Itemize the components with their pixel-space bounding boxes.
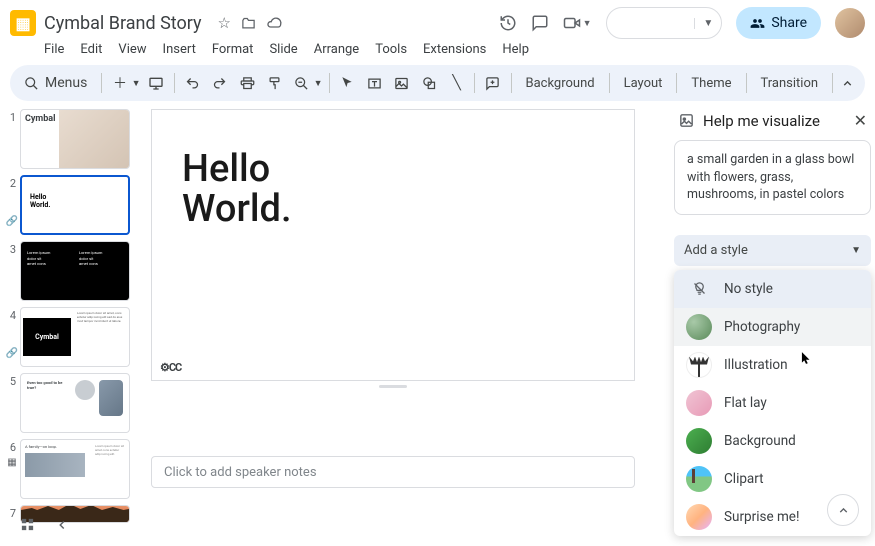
- menu-bar: File Edit View Insert Format Slide Arran…: [0, 40, 875, 61]
- app-icon[interactable]: ▦: [10, 10, 36, 36]
- link-icon: ▦: [4, 457, 20, 468]
- slide-thumbnail-4[interactable]: 4 🔗 Cymbal Lorem ipsum dolor sit amet, c…: [4, 307, 141, 367]
- title-bar: ▦ Cymbal Brand Story ☆ ▼ Sl: [0, 0, 875, 40]
- image-tool[interactable]: [390, 71, 413, 95]
- toolbar: Menus ＋ ▼ ▼ ╲ Background Layout Theme: [10, 65, 865, 101]
- redo-button[interactable]: [208, 71, 231, 95]
- menu-slide[interactable]: Slide: [269, 42, 297, 57]
- new-canvas-button[interactable]: [145, 71, 168, 95]
- meet-icon[interactable]: ▼: [563, 14, 592, 32]
- menu-view[interactable]: View: [118, 42, 146, 57]
- share-icon: [750, 16, 765, 31]
- slide-thumbnail-5[interactable]: 5 Even too good to be true?: [4, 373, 141, 433]
- surprise-swatch: [686, 504, 712, 530]
- slide-thumbnail-3[interactable]: 3 Lorem ipsumdolor sitamet cons Lorem ip…: [4, 241, 141, 301]
- illustration-swatch: [686, 352, 712, 378]
- menu-edit[interactable]: Edit: [80, 42, 102, 57]
- flat-lay-swatch: [686, 390, 712, 416]
- menu-arrange[interactable]: Arrange: [314, 42, 359, 57]
- slide-logo: ⚙CC: [160, 361, 181, 374]
- menu-file[interactable]: File: [44, 42, 64, 57]
- comment-tool[interactable]: [481, 71, 504, 95]
- canvas-area: HelloWorld. ⚙CC Click to add speaker not…: [145, 105, 665, 543]
- notes-resize-handle[interactable]: [379, 385, 407, 388]
- cursor-icon: [799, 350, 813, 366]
- link-icon: 🔗: [4, 348, 20, 359]
- style-option-photography[interactable]: Photography: [674, 308, 871, 346]
- share-button[interactable]: Share: [736, 7, 821, 39]
- style-option-clipart[interactable]: Clipart: [674, 460, 871, 498]
- background-swatch: [686, 428, 712, 454]
- account-avatar[interactable]: [835, 8, 865, 38]
- style-dropdown[interactable]: Add a style ▼: [674, 235, 871, 266]
- toolbar-collapse-button[interactable]: [835, 71, 859, 95]
- background-button[interactable]: Background: [517, 76, 602, 91]
- slide-filmstrip[interactable]: 1 Cymbal 2 🔗 HelloWorld. 3 Lorem ipsumdo…: [0, 105, 145, 543]
- prompt-input[interactable]: a small garden in a glass bowl with flow…: [674, 140, 871, 215]
- textbox-tool[interactable]: [363, 71, 386, 95]
- help-me-visualize-panel: Help me visualize ✕ a small garden in a …: [665, 105, 875, 543]
- cloud-status-icon[interactable]: [266, 15, 282, 31]
- undo-button[interactable]: [181, 71, 204, 95]
- style-option-background[interactable]: Background: [674, 422, 871, 460]
- menu-search[interactable]: Menus: [16, 75, 95, 91]
- style-option-illustration[interactable]: Illustration: [674, 346, 871, 384]
- slideshow-caret[interactable]: ▼: [694, 18, 721, 29]
- transition-button[interactable]: Transition: [752, 76, 826, 91]
- speaker-notes[interactable]: Click to add speaker notes: [151, 456, 635, 488]
- menu-format[interactable]: Format: [212, 42, 254, 57]
- slide-thumbnail-6[interactable]: 6 ▦ A family—on loop. Lorem ipsum dolor …: [4, 439, 141, 499]
- slide-thumbnail-2[interactable]: 2 🔗 HelloWorld.: [4, 175, 141, 235]
- search-icon: [24, 76, 39, 91]
- layout-button[interactable]: Layout: [616, 76, 671, 91]
- paint-format-button[interactable]: [263, 71, 286, 95]
- document-title[interactable]: Cymbal Brand Story: [44, 13, 202, 34]
- menu-insert[interactable]: Insert: [163, 42, 196, 57]
- print-button[interactable]: [236, 71, 259, 95]
- slideshow-button[interactable]: Slideshow ▼: [606, 7, 723, 39]
- sparkle-icon: [678, 112, 695, 129]
- line-tool[interactable]: ╲: [445, 71, 468, 95]
- close-icon[interactable]: ✕: [854, 111, 867, 130]
- grid-view-icon[interactable]: [20, 517, 35, 532]
- shape-tool[interactable]: [418, 71, 441, 95]
- slide-canvas[interactable]: HelloWorld. ⚙CC: [151, 109, 635, 381]
- menu-extensions[interactable]: Extensions: [423, 42, 486, 57]
- move-icon[interactable]: [241, 16, 256, 31]
- menu-tools[interactable]: Tools: [375, 42, 407, 57]
- theme-button[interactable]: Theme: [683, 76, 739, 91]
- star-icon[interactable]: ☆: [218, 14, 231, 32]
- new-slide-button[interactable]: ＋: [108, 71, 131, 95]
- select-tool[interactable]: [335, 71, 358, 95]
- no-style-icon: [686, 276, 712, 302]
- comments-icon[interactable]: [531, 14, 549, 32]
- chevron-down-icon: ▼: [851, 245, 861, 256]
- panel-title: Help me visualize: [703, 112, 846, 130]
- slide-thumbnail-1[interactable]: 1 Cymbal: [4, 109, 141, 169]
- menu-help[interactable]: Help: [502, 42, 529, 57]
- clipart-swatch: [686, 466, 712, 492]
- style-option-none[interactable]: No style: [674, 270, 871, 308]
- link-icon: 🔗: [4, 216, 20, 227]
- zoom-button[interactable]: [290, 71, 313, 95]
- photography-swatch: [686, 314, 712, 340]
- chevron-left-icon[interactable]: [55, 518, 69, 532]
- style-option-flat-lay[interactable]: Flat lay: [674, 384, 871, 422]
- explore-fab[interactable]: [827, 494, 859, 526]
- slide-text[interactable]: HelloWorld.: [182, 150, 604, 230]
- history-icon[interactable]: [499, 14, 517, 32]
